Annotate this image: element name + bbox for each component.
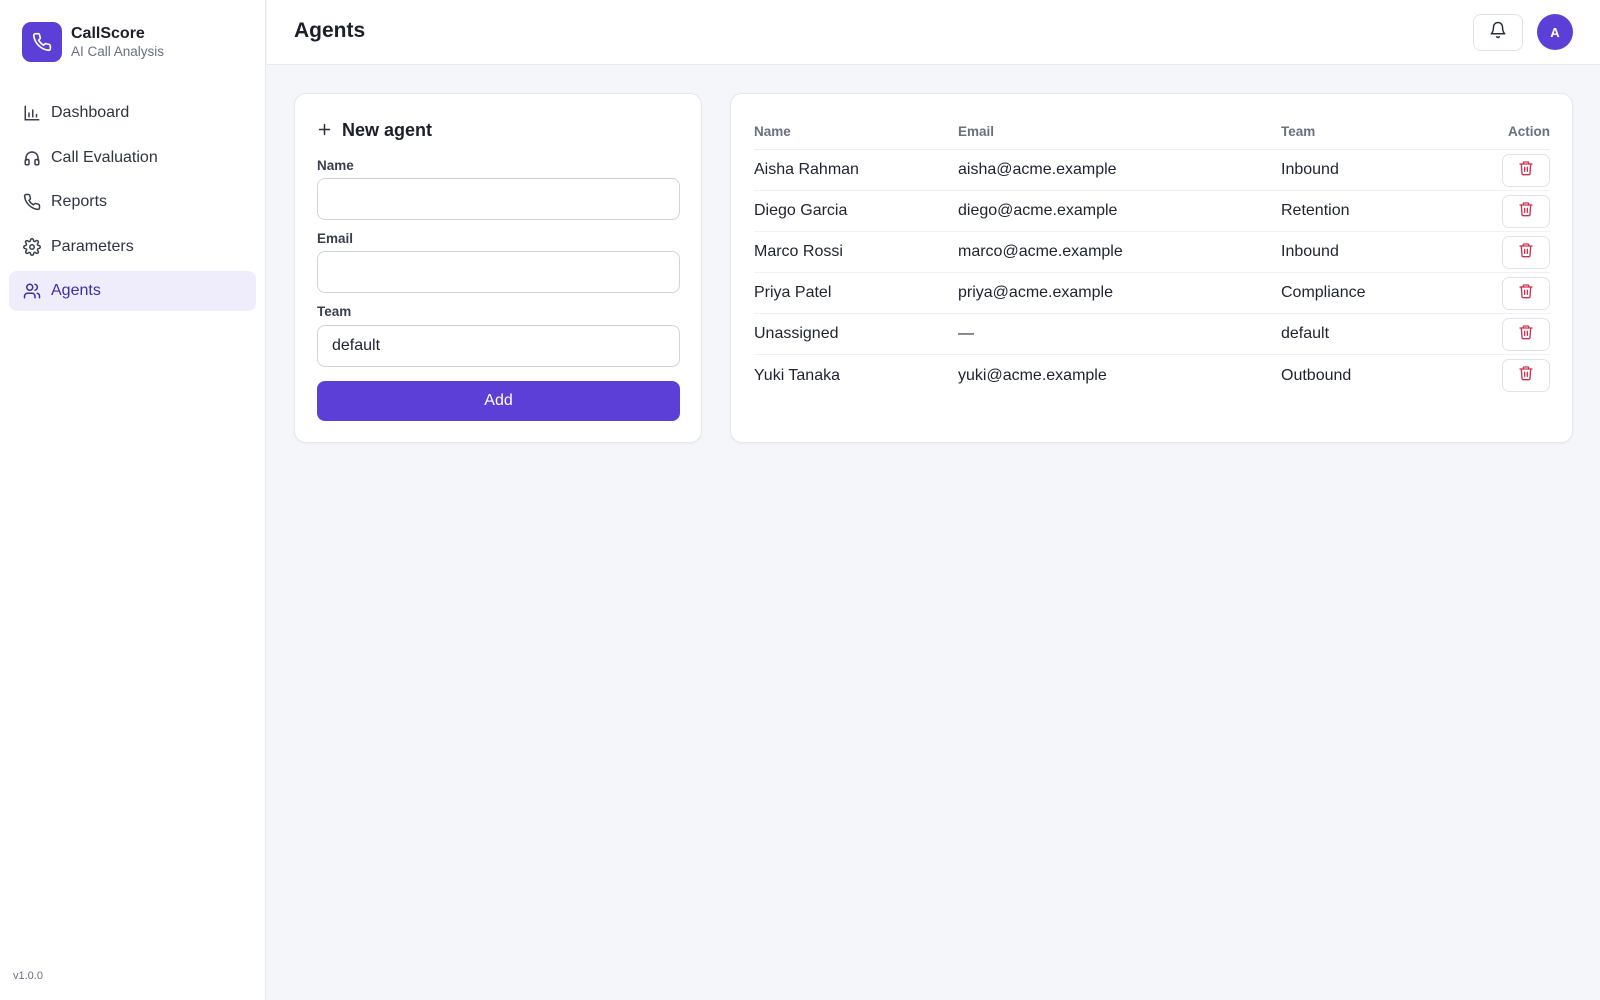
agent-name: Yuki Tanaka <box>754 366 840 384</box>
agent-team: Inbound <box>1281 161 1339 178</box>
name-label: Name <box>317 158 354 173</box>
delete-agent-button[interactable] <box>1502 317 1550 351</box>
sidebar-item-call-evaluation[interactable]: Call Evaluation <box>9 138 256 178</box>
trash-icon <box>1518 160 1534 181</box>
sidebar-nav: Dashboard Call Evaluation Reports Parame… <box>9 93 256 316</box>
top-bar: Agents A <box>267 0 1600 65</box>
email-label: Email <box>317 231 354 246</box>
sidebar-item-label: Parameters <box>51 237 134 255</box>
sidebar-item-label: Dashboard <box>51 104 130 121</box>
phone-icon <box>22 192 42 212</box>
sidebar-item-label: Call Evaluation <box>51 148 158 166</box>
brand-title: CallScore <box>71 24 145 42</box>
agent-team: default <box>1281 325 1330 342</box>
gear-icon <box>22 237 42 257</box>
users-icon <box>22 281 42 301</box>
bell-icon <box>1489 21 1507 44</box>
brand-subtitle: AI Call Analysis <box>71 43 165 59</box>
sidebar: CallScore AI Call Analysis Dashboard Cal… <box>0 0 266 1000</box>
agent-email: yuki@acme.example <box>958 366 1107 384</box>
table-row: Marco Rossi marco@acme.example Inbound <box>754 232 1550 273</box>
agents-table: Name Email Team Action Aisha Rahman aish… <box>754 114 1550 396</box>
trash-icon <box>1518 201 1534 222</box>
trash-icon <box>1518 283 1534 304</box>
agent-email: diego@acme.example <box>958 202 1118 219</box>
brand[interactable]: CallScore AI Call Analysis <box>22 22 164 62</box>
sidebar-item-label: Agents <box>51 282 101 299</box>
sidebar-item-agents[interactable]: Agents <box>9 271 256 311</box>
avatar[interactable]: A <box>1537 14 1573 50</box>
new-agent-header: New agent <box>317 120 432 141</box>
sidebar-item-parameters[interactable]: Parameters <box>9 227 256 267</box>
table-row: Priya Patel priya@acme.example Complianc… <box>754 273 1550 314</box>
new-agent-card: New agent Name Email Team Add <box>294 93 702 443</box>
agent-team: Retention <box>1281 202 1350 219</box>
agent-name: Diego Garcia <box>754 202 848 219</box>
column-header-name: Name <box>754 124 791 139</box>
agent-email: — <box>958 325 974 342</box>
agent-team: Compliance <box>1281 284 1366 301</box>
headphones-icon <box>22 148 42 168</box>
team-label: Team <box>317 304 352 319</box>
agent-email: aisha@acme.example <box>958 161 1117 178</box>
trash-icon <box>1518 365 1534 386</box>
column-header-action: Action <box>1508 124 1550 139</box>
agent-email: priya@acme.example <box>958 284 1113 301</box>
delete-agent-button[interactable] <box>1502 359 1550 392</box>
agent-name: Aisha Rahman <box>754 161 859 178</box>
new-agent-title: New agent <box>342 120 433 140</box>
delete-agent-button[interactable] <box>1502 153 1550 187</box>
trash-icon <box>1518 242 1534 263</box>
delete-agent-button[interactable] <box>1502 276 1550 310</box>
column-header-team: Team <box>1281 124 1316 139</box>
agent-team: Inbound <box>1281 243 1339 260</box>
agent-name: Priya Patel <box>754 284 832 301</box>
plus-icon <box>317 122 333 139</box>
add-agent-button[interactable]: Add <box>317 381 680 421</box>
table-row: Aisha Rahman aisha@acme.example Inbound <box>754 150 1550 191</box>
delete-agent-button[interactable] <box>1502 235 1550 269</box>
notifications-button[interactable] <box>1473 14 1523 51</box>
agent-email: marco@acme.example <box>958 243 1123 260</box>
page-title: Agents <box>294 19 366 42</box>
sidebar-item-dashboard[interactable]: Dashboard <box>9 93 256 133</box>
sidebar-item-label: Reports <box>51 193 108 210</box>
sidebar-item-reports[interactable]: Reports <box>9 182 256 222</box>
bar-chart-icon <box>22 103 42 123</box>
agent-team: Outbound <box>1281 366 1352 384</box>
table-header: Name Email Team Action <box>754 114 1550 150</box>
agent-name: Unassigned <box>754 325 839 342</box>
email-field[interactable] <box>317 251 680 293</box>
agent-name: Marco Rossi <box>754 243 843 260</box>
delete-agent-button[interactable] <box>1502 194 1550 228</box>
table-row: Unassigned — default <box>754 314 1550 355</box>
team-field[interactable] <box>317 325 680 367</box>
table-row: Diego Garcia diego@acme.example Retentio… <box>754 191 1550 232</box>
table-row: Yuki Tanaka yuki@acme.example Outbound <box>754 355 1550 396</box>
column-header-email: Email <box>958 124 995 139</box>
phone-icon <box>22 22 62 62</box>
app-version: v1.0.0 <box>13 970 43 982</box>
agents-table-card: Name Email Team Action Aisha Rahman aish… <box>730 93 1573 443</box>
name-field[interactable] <box>317 178 680 220</box>
trash-icon <box>1518 324 1534 345</box>
